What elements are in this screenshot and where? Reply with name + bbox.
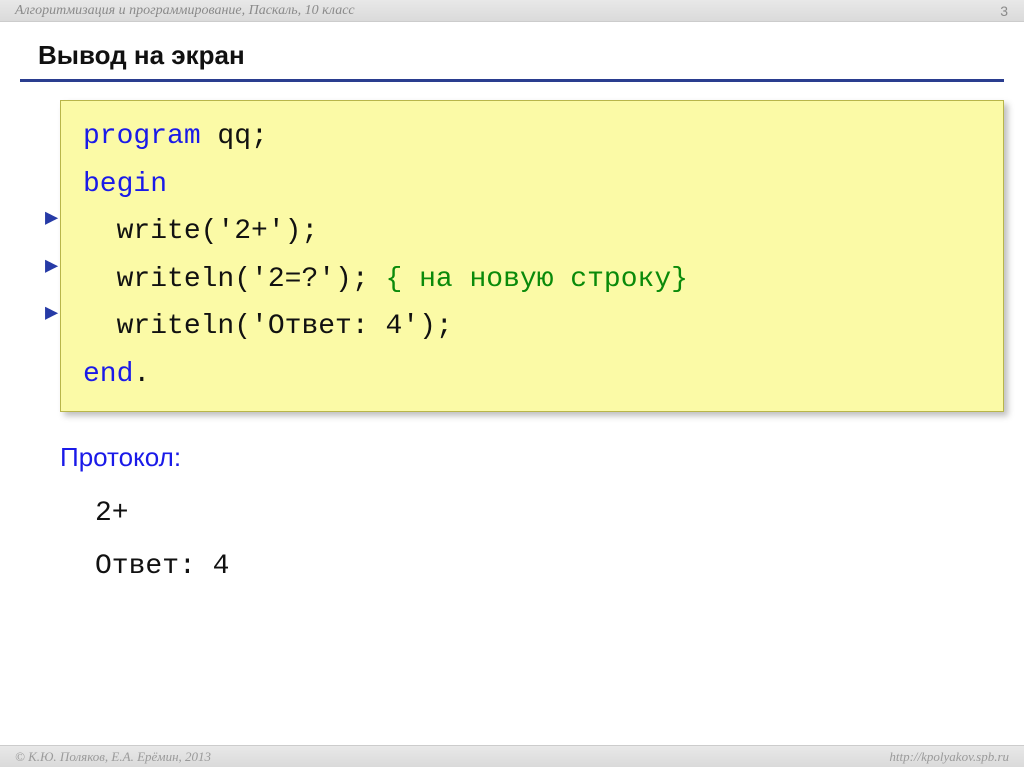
code-text: qq; <box>201 121 268 152</box>
code-text: . <box>133 359 150 390</box>
protocol-label: Протокол: <box>60 442 1024 473</box>
code-comment: { на новую строку} <box>385 264 687 295</box>
output-line-1: 2+ <box>95 487 1024 540</box>
header-band: Алгоритмизация и программирование, Паска… <box>0 0 1024 22</box>
arrow-icon: ▶ <box>45 256 58 278</box>
breadcrumb: Алгоритмизация и программирование, Паска… <box>15 3 355 19</box>
code-text: write <box>83 264 201 295</box>
footer-band: © К.Ю. Поляков, Е.А. Ерёмин, 2013 http:/… <box>0 745 1024 767</box>
code-text: write <box>83 311 201 342</box>
code-line-5: ▶ writeln('Ответ: 4'); <box>83 303 1003 351</box>
code-text: ('2=?'); <box>234 264 385 295</box>
code-text: write('2+'); <box>83 216 318 247</box>
page-number: 3 <box>1000 3 1010 19</box>
title-underline <box>20 79 1004 82</box>
code-line-1: program qq; <box>83 113 1003 161</box>
code-line-2: begin <box>83 161 1003 209</box>
keyword-end: end <box>83 359 133 390</box>
code-text: ln <box>201 264 235 295</box>
code-line-3: ▶ write('2+'); <box>83 208 1003 256</box>
arrow-icon: ▶ <box>45 208 58 230</box>
code-line-6: end. <box>83 351 1003 399</box>
code-line-4: ▶ writeln('2=?'); { на новую строку} <box>83 256 1003 304</box>
slide-title: Вывод на экран <box>0 22 1024 79</box>
footer-copyright: © К.Ю. Поляков, Е.А. Ерёмин, 2013 <box>15 749 211 765</box>
arrow-icon: ▶ <box>45 303 58 325</box>
keyword-program: program <box>83 121 201 152</box>
output-line-2: Ответ: 4 <box>95 540 1024 593</box>
code-text: ln <box>201 311 235 342</box>
output-block: 2+ Ответ: 4 <box>95 487 1024 593</box>
keyword-begin: begin <box>83 169 167 200</box>
footer-url: http://kpolyakov.spb.ru <box>889 749 1009 765</box>
code-block: program qq; begin ▶ write('2+'); ▶ write… <box>60 100 1004 412</box>
code-text: ('Ответ: 4'); <box>234 311 452 342</box>
